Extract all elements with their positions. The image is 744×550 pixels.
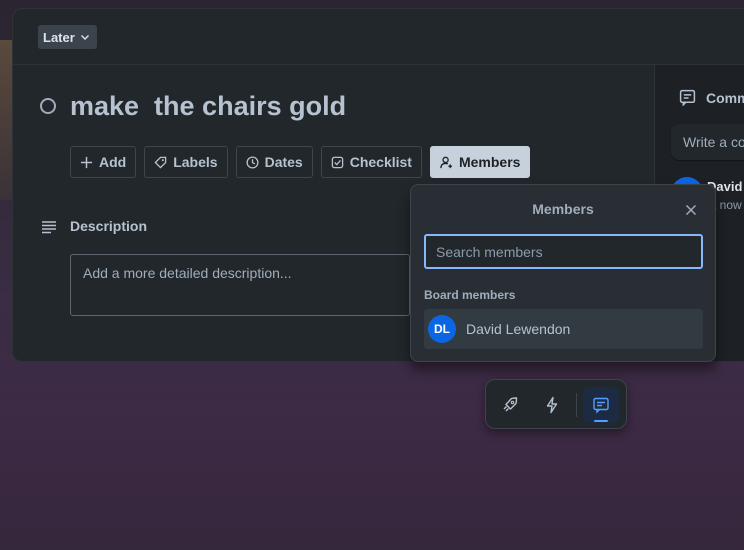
close-icon[interactable]: [683, 202, 699, 218]
members-popover: Members Board members DL David Lewendon: [410, 184, 716, 362]
description-heading: Description: [70, 218, 148, 234]
section-heading: Board members: [424, 288, 516, 302]
member-name: David Lewendon: [466, 321, 571, 337]
search-members-input[interactable]: [424, 234, 703, 269]
comments-title: Comm: [706, 89, 744, 106]
members-button-label: Members: [458, 154, 521, 170]
members-button[interactable]: Members: [429, 146, 531, 178]
plus-icon: [80, 156, 93, 168]
power-ups-button[interactable]: [534, 387, 570, 423]
add-user-icon: [440, 156, 453, 168]
list-label: Later: [43, 29, 75, 45]
labels-button[interactable]: Labels: [144, 146, 228, 178]
card-actions: Add Labels Dates Checklist Members: [70, 146, 531, 178]
description-input[interactable]: Add a more detailed description...: [70, 254, 410, 316]
add-button[interactable]: Add: [70, 146, 137, 178]
modal-header: Later: [13, 9, 744, 65]
add-button-label: Add: [99, 154, 127, 170]
popover-title: Members: [532, 201, 594, 217]
list-selector[interactable]: Later: [38, 25, 97, 49]
tag-icon: [154, 156, 167, 169]
comments-heading: Comm: [679, 89, 744, 106]
clock-icon: [246, 155, 259, 169]
lightning-icon: [546, 396, 558, 414]
description-icon: [42, 221, 56, 234]
chevron-down-icon: [80, 35, 89, 40]
active-indicator: [594, 420, 608, 422]
rocket-icon: [503, 397, 518, 412]
dates-button-label: Dates: [264, 154, 303, 170]
rocket-button[interactable]: [492, 387, 528, 423]
avatar: DL: [428, 315, 456, 343]
checklist-button-label: Checklist: [349, 154, 412, 170]
member-row[interactable]: DL David Lewendon: [424, 309, 703, 349]
card-title[interactable]: make the chairs gold: [70, 91, 346, 122]
checkbox-icon: [331, 156, 343, 168]
message-icon: [593, 397, 609, 414]
comments-toggle-button[interactable]: [583, 387, 619, 423]
labels-button-label: Labels: [173, 154, 218, 170]
comment-input[interactable]: Write a co: [671, 124, 744, 160]
checklist-button[interactable]: Checklist: [320, 146, 422, 178]
toolbar-divider: [576, 393, 577, 417]
dates-button[interactable]: Dates: [235, 146, 313, 178]
complete-checkbox[interactable]: [40, 98, 56, 114]
comment-icon: [679, 89, 696, 106]
bottom-toolbar: [485, 379, 627, 429]
